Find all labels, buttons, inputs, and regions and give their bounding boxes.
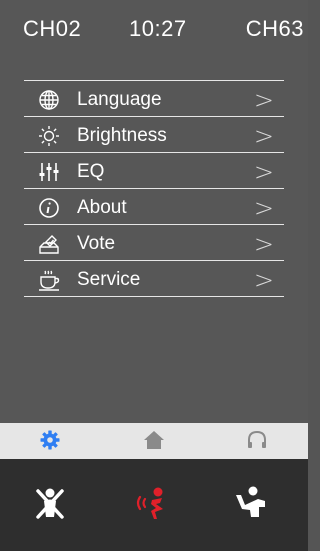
bottom-tabbar [0, 423, 308, 459]
gear-icon [40, 430, 60, 450]
headphones-icon [248, 430, 266, 448]
chevron-right-icon: > [253, 86, 274, 114]
equalizer-icon [38, 161, 60, 183]
raise-hand-icon [236, 486, 265, 517]
tab-listen[interactable] [206, 423, 308, 459]
status-bar: CH02 10:27 CH63 [0, 0, 308, 60]
home-icon [144, 431, 164, 449]
person-crossed-icon [36, 488, 64, 519]
chevron-right-icon: > [253, 122, 274, 150]
chevron-right-icon: > [253, 194, 274, 222]
menu-item-label: Brightness [77, 125, 167, 146]
menu-item-about[interactable]: About > [24, 188, 284, 224]
left-channel: CH02 [23, 16, 82, 41]
right-channel: CH63 [245, 16, 304, 41]
sun-icon [38, 125, 60, 147]
menu-item-label: Vote [77, 233, 116, 254]
tab-home[interactable] [103, 423, 205, 459]
globe-icon [38, 89, 60, 111]
menu-item-vote[interactable]: Vote > [24, 224, 284, 260]
coffee-cup-icon [38, 269, 60, 291]
menu-item-brightness[interactable]: Brightness > [24, 116, 284, 152]
menu-item-eq[interactable]: EQ > [24, 152, 284, 188]
menu-item-language[interactable]: Language > [24, 80, 284, 116]
menu-item-label: Language [77, 89, 162, 110]
request-speak-button[interactable] [232, 483, 272, 523]
menu-item-label: EQ [77, 161, 105, 182]
menu-item-label: Service [77, 269, 141, 290]
settings-screen: CH02 10:27 CH63 Language > Brightness > … [0, 0, 308, 551]
info-icon [38, 197, 60, 219]
speaking-person-icon [136, 487, 163, 519]
microphone-controls [0, 459, 308, 551]
chevron-right-icon: > [253, 158, 274, 186]
chevron-right-icon: > [253, 266, 274, 294]
clock: 10:27 [129, 16, 187, 41]
settings-menu: Language > Brightness > EQ > About > Vot… [24, 80, 284, 297]
tab-settings[interactable] [0, 423, 102, 459]
speak-button[interactable] [130, 483, 170, 523]
chevron-right-icon: > [253, 230, 274, 258]
menu-item-service[interactable]: Service > [24, 260, 284, 297]
vote-icon [38, 233, 60, 255]
cancel-speak-button[interactable] [30, 483, 70, 523]
menu-item-label: About [77, 197, 127, 218]
